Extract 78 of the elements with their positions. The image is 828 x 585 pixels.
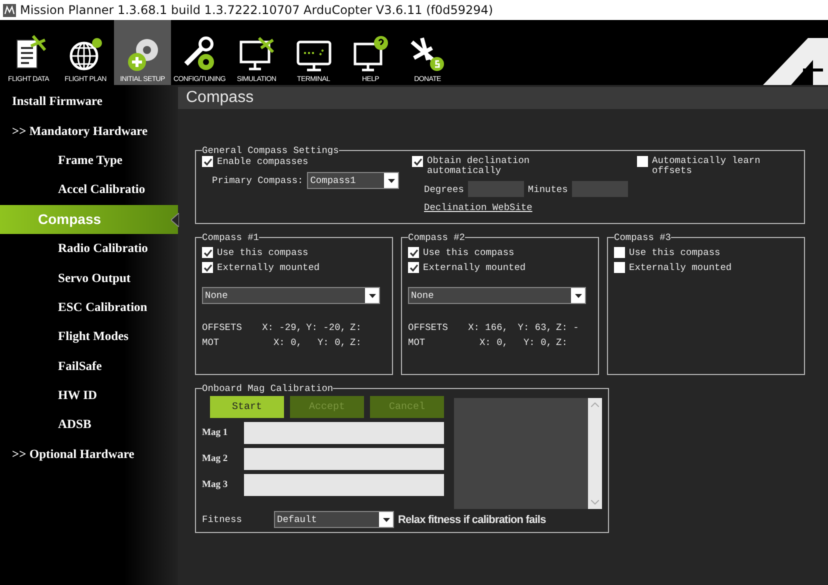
sidebar-item[interactable]: Flight Modes: [0, 322, 178, 352]
sidebar-item[interactable]: Frame Type: [0, 146, 178, 176]
field-label: Degrees: [424, 184, 464, 194]
page-title: Compass: [178, 87, 828, 109]
window-title: Mission Planner 1.3.68.1 build 1.3.7222.10707 ArduCopter V3.6.11 (f0d59294): [20, 3, 494, 17]
sidebar-item[interactable]: >> Mandatory Hardware: [0, 116, 178, 146]
dropdown[interactable]: None: [202, 287, 380, 304]
check-icon: [412, 156, 422, 166]
checkbox-label: Automatically learn offsets: [652, 156, 762, 176]
sidebar-item[interactable]: ESC Calibration: [0, 292, 178, 322]
group-title: General Compass Settings: [202, 145, 339, 156]
checkbox[interactable]: [408, 247, 419, 258]
field-label: Minutes: [528, 184, 568, 194]
reading-value: Z: -: [556, 322, 580, 333]
checkbox[interactable]: [637, 156, 648, 167]
checkbox-label: Use this compass: [423, 247, 514, 258]
group-title: Compass #2: [408, 232, 466, 243]
checkbox-label: Obtain declination automatically: [427, 156, 531, 176]
checkbox-label: Externally mounted: [217, 262, 320, 273]
checkbox-label: Externally mounted: [423, 262, 526, 273]
app-icon: [3, 4, 16, 16]
sidebar-item[interactable]: HW ID: [0, 380, 178, 410]
field-label: Mag 1: [202, 428, 229, 438]
field-label: Fitness: [202, 514, 243, 525]
checkbox[interactable]: [614, 247, 625, 258]
link[interactable]: Declination WebSite: [412, 202, 532, 213]
reading-value: X: -29,: [261, 322, 303, 333]
reading-value: Y: 63,: [516, 322, 553, 333]
reading-label: OFFSETS: [202, 322, 243, 333]
caret-icon: [368, 294, 376, 298]
checkbox[interactable]: [614, 262, 625, 273]
reading-value: Y: 0,: [522, 337, 553, 348]
pointer-icon: [171, 212, 179, 227]
scrollbar[interactable]: [588, 398, 602, 509]
reading-label: OFFSETS: [408, 322, 449, 333]
checkbox-label: Use this compass: [217, 247, 308, 258]
reading-value: X: 0,: [478, 337, 509, 348]
checkbox[interactable]: [202, 262, 213, 273]
reading-value: X: 166,: [467, 322, 509, 333]
sidebar-item[interactable]: ADSB: [0, 410, 178, 440]
reading-value: Y: 0,: [316, 337, 347, 348]
checkbox-label: Externally mounted: [629, 262, 732, 273]
reading-value: Z:: [350, 337, 362, 348]
check-icon: [202, 156, 212, 166]
checkbox[interactable]: [202, 247, 213, 258]
minutes-field[interactable]: [572, 181, 628, 197]
checkbox[interactable]: [202, 156, 213, 167]
checkbox-label: Enable compasses: [217, 156, 308, 167]
field-label: Primary Compass:: [212, 175, 304, 186]
reading-value: Y: -20,: [306, 322, 347, 333]
checkbox[interactable]: [412, 156, 423, 167]
field-label: Mag 3: [202, 480, 229, 490]
caret-icon: [382, 518, 390, 522]
sidebar-item[interactable]: Servo Output: [0, 263, 178, 293]
reading-label: MOT: [202, 337, 220, 348]
sidebar-item[interactable]: Accel Calibratio: [0, 175, 178, 205]
group-title: Compass #1: [202, 232, 260, 243]
checkbox[interactable]: [408, 262, 419, 273]
reading-label: MOT: [408, 337, 426, 348]
caret-icon: [574, 294, 582, 298]
checkbox-label: Use this compass: [629, 247, 720, 258]
sidebar-item[interactable]: Radio Calibratio: [0, 234, 178, 264]
group-title: Compass #3: [614, 232, 672, 243]
calibration-button[interactable]: Start: [210, 396, 284, 418]
degrees-field[interactable]: [468, 181, 524, 197]
reading-value: Z:: [350, 322, 362, 333]
caret-icon: [388, 178, 395, 182]
dropdown[interactable]: Compass1: [307, 172, 400, 189]
reading-value: X: 0,: [272, 337, 303, 348]
group-title: Onboard Mag Calibration: [202, 383, 334, 394]
sidebar-item[interactable]: >> Optional Hardware: [0, 440, 178, 470]
reading-value: Z:: [556, 337, 568, 348]
field-label: Mag 2: [202, 454, 229, 464]
sidebar-item[interactable]: Install Firmware: [0, 87, 178, 116]
dropdown[interactable]: None: [408, 287, 586, 304]
sidebar-item[interactable]: FailSafe: [0, 352, 178, 381]
dropdown[interactable]: Default: [274, 511, 394, 528]
hint-text: Relax fitness if calibration fails: [398, 514, 546, 526]
